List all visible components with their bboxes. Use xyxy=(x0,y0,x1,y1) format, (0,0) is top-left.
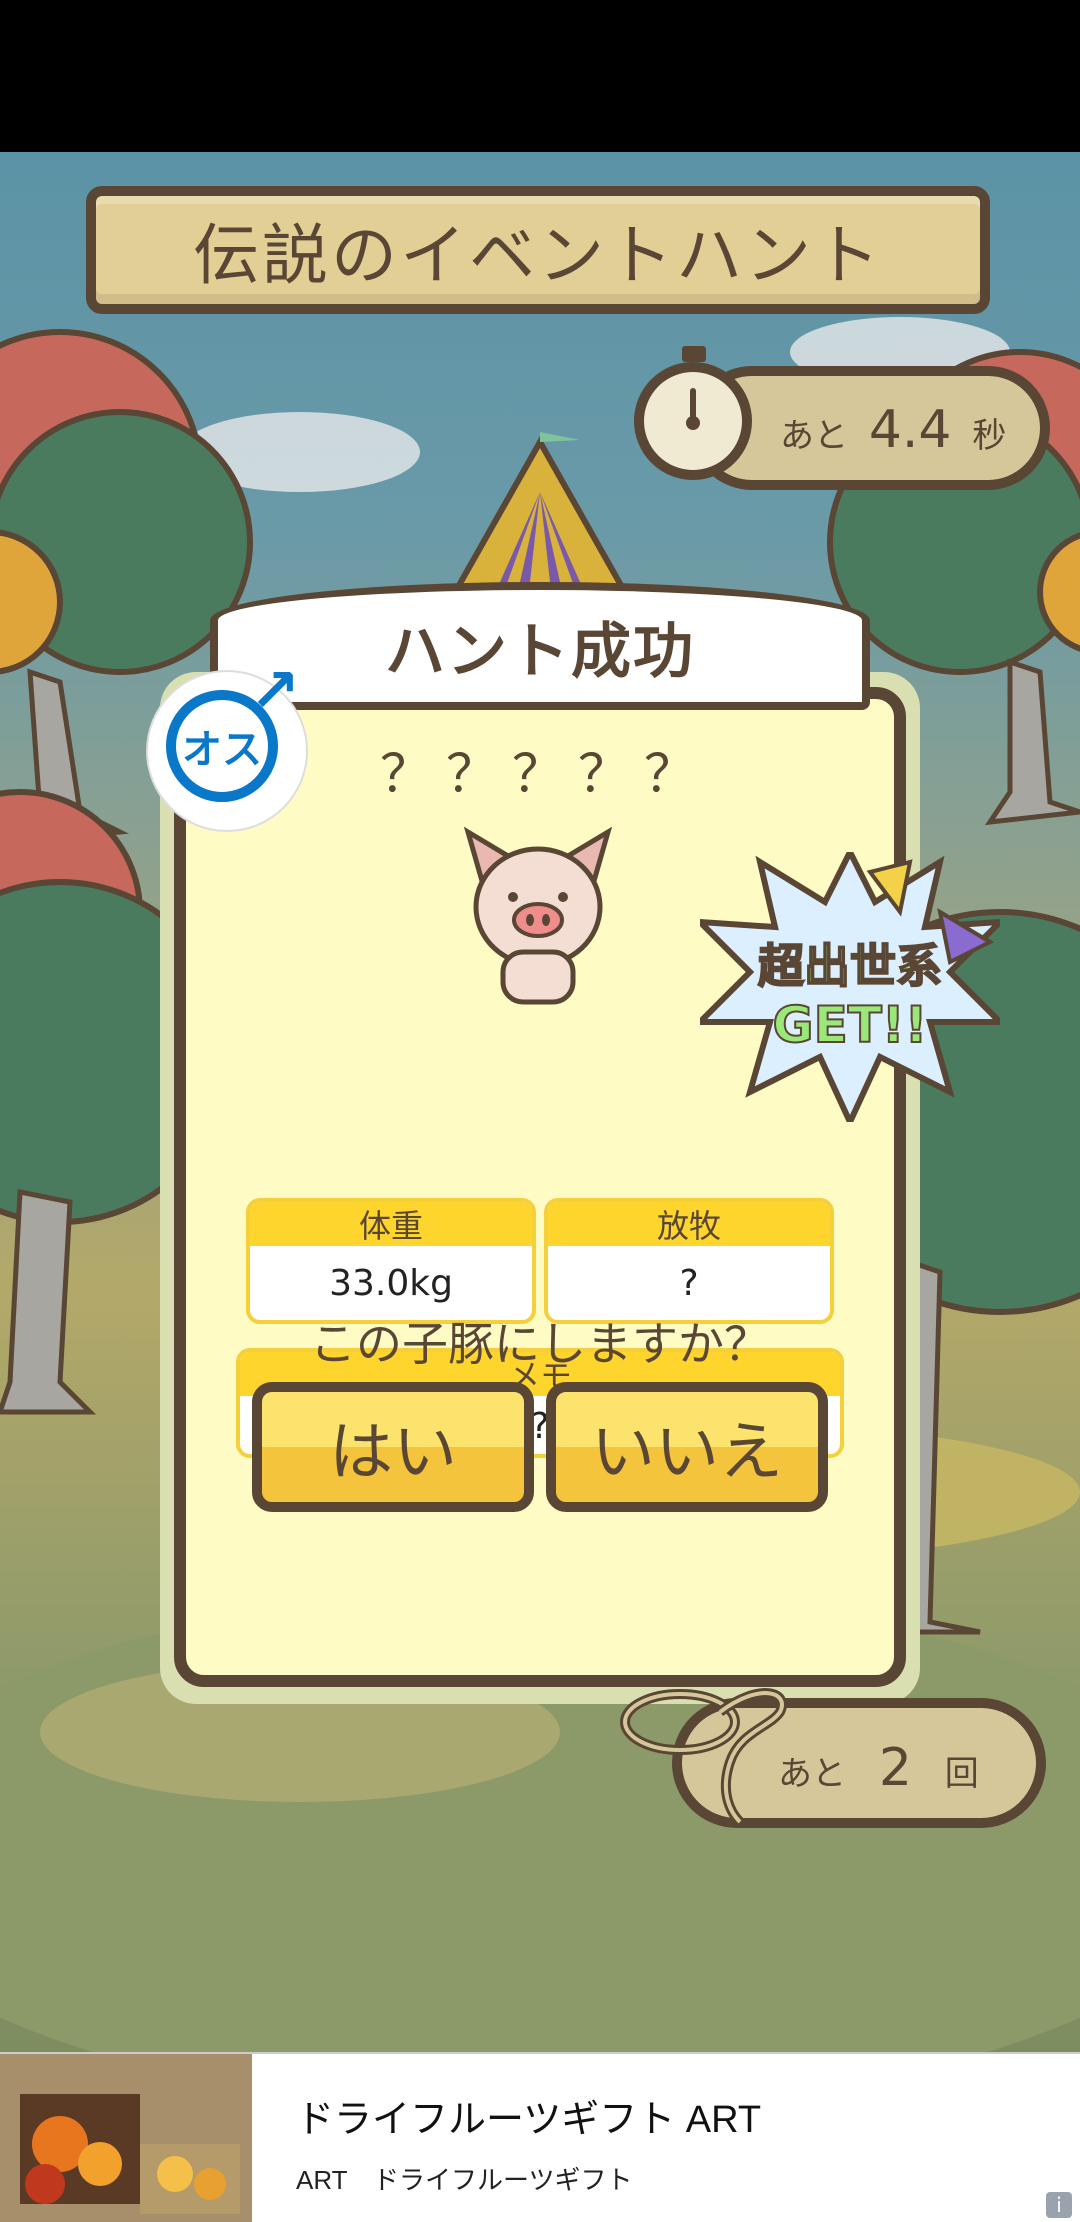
starburst-line2: GET!! xyxy=(773,996,928,1054)
confirm-question: この子豚にしますか？ xyxy=(310,1317,770,1371)
ad-title[interactable]: ドライフルーツギフト ART xyxy=(296,2088,761,2143)
timer-value: 4.4 xyxy=(868,400,952,460)
ad-subtitle[interactable]: ART ドライフルーツギフト xyxy=(296,2160,633,2197)
starburst-badge: 超出世系 GET!! xyxy=(700,852,1000,1122)
pig-icon xyxy=(463,826,613,1005)
title-plank: 伝説のイベントハント xyxy=(86,186,990,314)
ad-banner[interactable]: ドライフルーツギフト ART ART ドライフルーツギフト i xyxy=(0,2052,1080,2222)
timer-unit: 秒 xyxy=(972,416,1007,456)
result-banner: ハント成功 xyxy=(210,582,870,710)
grazing-stat: 放牧 ? xyxy=(544,1198,834,1324)
no-button-label: いいえ xyxy=(591,1416,783,1490)
game-scene: 伝説のイベントハント あと 4.4 秒 ハント成功 オス ↗ ？？？？？ 超出世… xyxy=(0,152,1080,2052)
weight-stat: 体重 33.0kg xyxy=(246,1198,536,1324)
starburst-line1: 超出世系 xyxy=(758,939,942,993)
no-button[interactable]: いいえ xyxy=(546,1382,828,1512)
grazing-label: 放牧 xyxy=(548,1202,830,1246)
ad-image[interactable] xyxy=(0,2054,252,2222)
attempts-value: 2 xyxy=(878,1738,912,1798)
pig-name: ？？？？？ xyxy=(380,745,711,805)
attempts-unit: 回 xyxy=(944,1754,979,1794)
weight-label: 体重 xyxy=(250,1202,532,1246)
male-icon: オス ↗ xyxy=(148,656,306,830)
stopwatch-icon xyxy=(634,346,752,480)
event-title: 伝説のイベントハント xyxy=(193,217,883,294)
yes-button-label: はい xyxy=(329,1416,457,1490)
hunt-success-title: ハント成功 xyxy=(385,616,695,687)
rope-icon xyxy=(620,1688,787,1826)
yes-button[interactable]: はい xyxy=(252,1382,534,1512)
info-icon[interactable]: i xyxy=(1046,2192,1072,2218)
timer-prefix: あと xyxy=(780,416,848,456)
